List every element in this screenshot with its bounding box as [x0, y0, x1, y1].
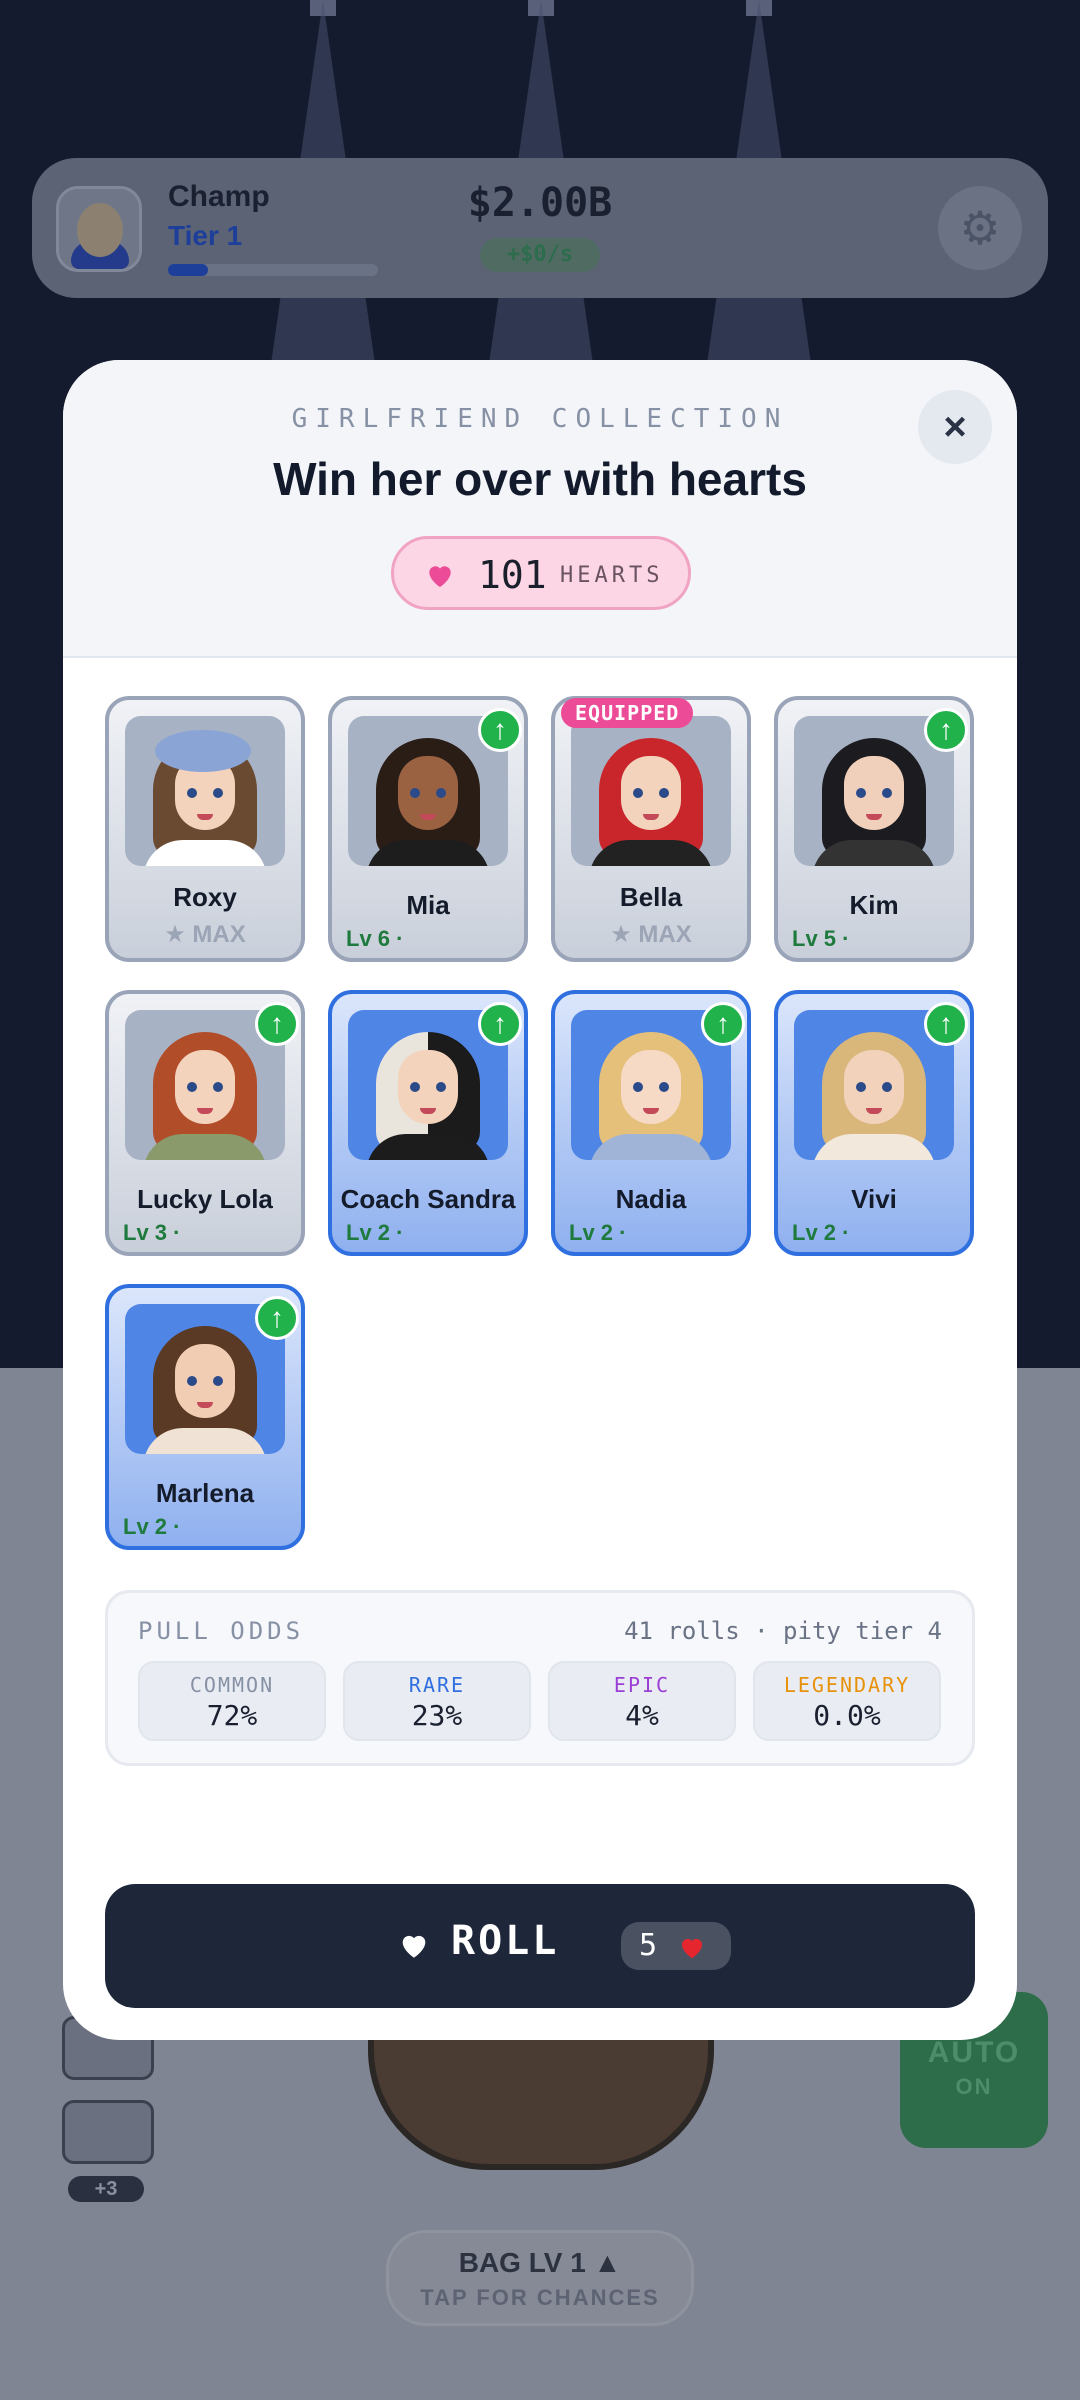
girlfriend-name: Mia — [406, 890, 450, 920]
girlfriend-card[interactable]: Nadia Lv 2 · ↑ — [551, 990, 751, 1256]
roll-cost-badge: 5 — [621, 1922, 731, 1970]
hearts-balance: 101 HEARTS — [391, 536, 691, 610]
odds-epic: EPIC 4% — [548, 1661, 736, 1741]
odds-tier-value: 0.0% — [813, 1699, 881, 1732]
odds-tier-name: EPIC — [613, 1673, 671, 1697]
max-level-label: ★ MAX — [610, 921, 692, 948]
odds-tier-name: COMMON — [189, 1673, 275, 1697]
girlfriend-level: Lv 2 · — [346, 1220, 404, 1245]
income-rate: +$0/s — [480, 238, 600, 272]
portrait-eye — [659, 1082, 669, 1092]
girlfriend-name: Coach Sandra — [340, 1184, 516, 1214]
odds-tier-name: RARE — [408, 1673, 466, 1697]
roll-label: ROLL — [451, 1918, 560, 1964]
money-balance: $2.00B — [467, 180, 613, 226]
odds-tier-value: 4% — [625, 1699, 659, 1732]
close-icon[interactable]: × — [918, 390, 992, 464]
extra-items-badge: +3 — [68, 2176, 144, 2202]
pull-odds-meta: 41 rolls · pity tier 4 — [624, 1617, 942, 1645]
portrait-eye — [187, 1082, 197, 1092]
portrait-eye — [213, 1376, 223, 1386]
girlfriend-card[interactable]: Marlena Lv 2 · ↑ — [105, 1284, 305, 1550]
odds-common: COMMON 72% — [138, 1661, 326, 1741]
girlfriend-name: Roxy — [173, 882, 237, 912]
portrait-eye — [633, 1082, 643, 1092]
portrait-eye — [213, 788, 223, 798]
odds-legendary: LEGENDARY 0.0% — [753, 1661, 941, 1741]
bag-subtitle: TAP FOR CHANCES — [420, 2285, 660, 2310]
girlfriend-level: Lv 6 · — [346, 926, 404, 951]
bag-button[interactable]: BAG LV 1 ▲ TAP FOR CHANCES — [386, 2230, 694, 2326]
arrow-up-icon[interactable]: ↑ — [924, 708, 968, 752]
roll-cost: 5 — [639, 1928, 658, 1963]
odds-tier-name: LEGENDARY — [783, 1673, 911, 1697]
girlfriend-card[interactable]: Mia Lv 6 · ↑ — [328, 696, 528, 962]
modal-header: GIRLFRIEND COLLECTION Win her over with … — [63, 360, 1017, 658]
girlfriend-portrait — [125, 716, 285, 866]
odds-tier-value: 23% — [411, 1699, 463, 1732]
portrait-eye — [187, 788, 197, 798]
inventory-slot[interactable] — [62, 2100, 154, 2164]
girlfriend-portrait — [571, 716, 731, 866]
portrait-eye — [436, 1082, 446, 1092]
girlfriend-name: Marlena — [155, 1478, 255, 1508]
portrait-eye — [410, 788, 420, 798]
portrait-eye — [213, 1082, 223, 1092]
portrait-eye — [856, 1082, 866, 1092]
gear-icon[interactable]: ⚙ — [938, 186, 1022, 270]
girlfriend-name: Bella — [619, 882, 683, 912]
auto-label: AUTO — [927, 2036, 1021, 2069]
portrait-eye — [410, 1082, 420, 1092]
girlfriend-name: Kim — [849, 890, 899, 920]
portrait-eye — [856, 788, 866, 798]
arrow-up-icon[interactable]: ↑ — [701, 1002, 745, 1046]
arrow-up-icon[interactable]: ↑ — [255, 1002, 299, 1046]
girlfriend-level: Lv 2 · — [569, 1220, 627, 1245]
portrait-beret — [155, 730, 251, 772]
girlfriend-card[interactable]: Kim Lv 5 · ↑ — [774, 696, 974, 962]
hearts-label: HEARTS — [560, 563, 664, 588]
girlfriend-level: Lv 5 · — [792, 926, 850, 951]
portrait-eye — [882, 1082, 892, 1092]
modal-kicker: GIRLFRIEND COLLECTION — [291, 404, 789, 434]
arrow-up-icon[interactable]: ↑ — [478, 708, 522, 752]
girlfriend-level: Lv 2 · — [792, 1220, 850, 1245]
max-level-label: ★ MAX — [164, 921, 246, 948]
girlfriend-name: Nadia — [615, 1184, 687, 1214]
arrow-up-icon[interactable]: ↑ — [924, 1002, 968, 1046]
heart-icon — [402, 1935, 426, 1958]
girlfriend-name: Vivi — [851, 1184, 897, 1214]
portrait-eye — [633, 788, 643, 798]
pull-odds-panel: PULL ODDS 41 rolls · pity tier 4 COMMON … — [105, 1590, 975, 1766]
heart-icon — [682, 1938, 702, 1959]
girlfriend-level: Lv 3 · — [123, 1220, 181, 1245]
bag-title: BAG LV 1 ▲ — [458, 2247, 622, 2278]
modal-title: Win her over with hearts — [273, 453, 807, 505]
hearts-count: 101 — [478, 553, 547, 597]
portrait-eye — [659, 788, 669, 798]
portrait-eye — [187, 1376, 197, 1386]
portrait-eye — [882, 788, 892, 798]
auto-state: ON — [955, 2074, 993, 2099]
girlfriend-card[interactable]: Coach Sandra Lv 2 · ↑ — [328, 990, 528, 1256]
girlfriend-card[interactable]: Bella ★ MAX EQUIPPED — [551, 696, 751, 962]
girlfriend-name: Lucky Lola — [137, 1184, 273, 1214]
odds-rare: RARE 23% — [343, 1661, 531, 1741]
girlfriend-card[interactable]: Lucky Lola Lv 3 · ↑ — [105, 990, 305, 1256]
girlfriend-level: Lv 2 · — [123, 1514, 181, 1539]
roll-button[interactable]: ROLL 5 — [105, 1884, 975, 2008]
girlfriend-collection-modal: GIRLFRIEND COLLECTION Win her over with … — [63, 360, 1017, 2040]
girlfriend-card[interactable]: Vivi Lv 2 · ↑ — [774, 990, 974, 1256]
player-hud: Champ Tier 1 $2.00B +$0/s ⚙ — [32, 158, 1048, 298]
equipped-badge: EQUIPPED — [561, 698, 694, 728]
heart-icon — [429, 566, 451, 587]
tier-progress-bar — [168, 264, 378, 276]
odds-tier-value: 72% — [206, 1699, 258, 1732]
arrow-up-icon[interactable]: ↑ — [255, 1296, 299, 1340]
arrow-up-icon[interactable]: ↑ — [478, 1002, 522, 1046]
girlfriend-card[interactable]: Roxy ★ MAX — [105, 696, 305, 962]
tier-progress-fill — [168, 264, 208, 276]
pull-odds-title: PULL ODDS — [138, 1617, 305, 1645]
portrait-eye — [436, 788, 446, 798]
